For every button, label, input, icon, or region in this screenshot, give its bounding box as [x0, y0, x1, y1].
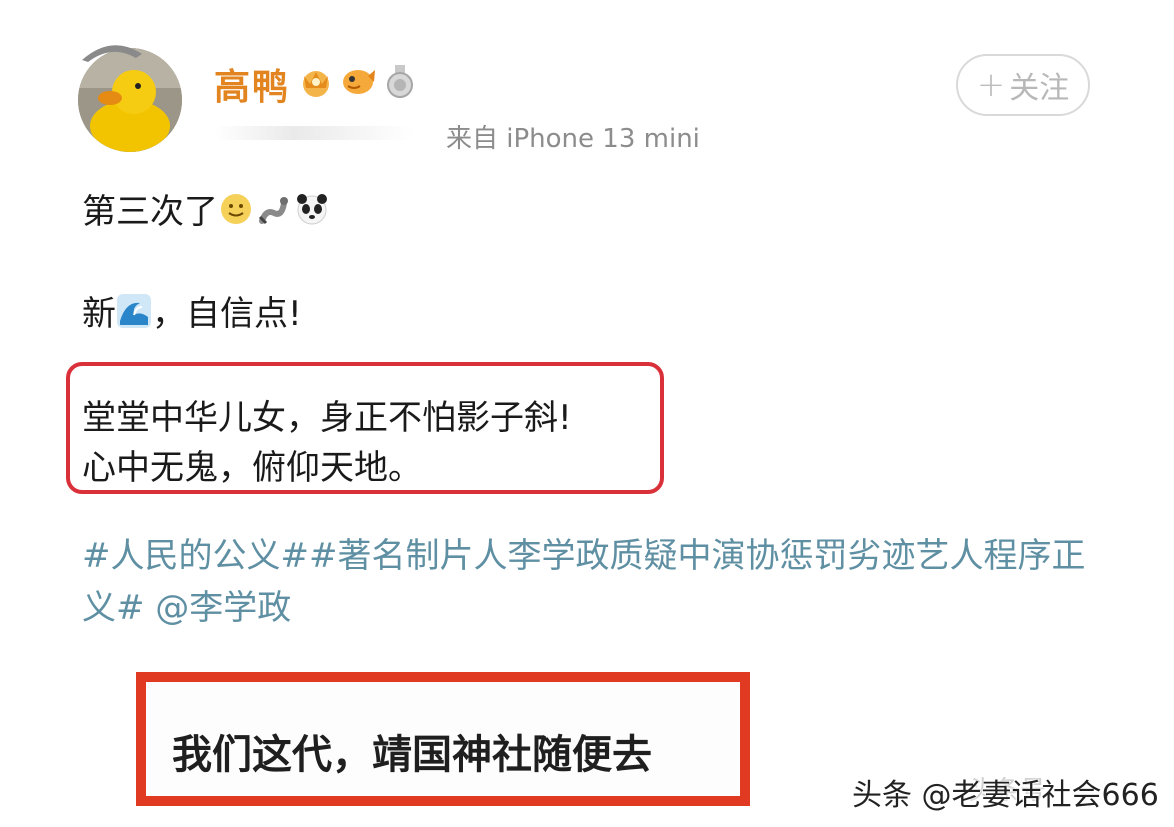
blur-strip: [214, 126, 414, 140]
panda-emoji-icon: [297, 193, 327, 224]
quote-line-2: 心中无鬼，俯仰天地。: [82, 448, 422, 488]
post-line-2: 新 ，自信点!: [82, 286, 302, 335]
silver-medal-icon: [387, 65, 413, 98]
highlighted-comment-text: 我们这代，靖国神社随便去: [172, 732, 652, 778]
snake-emoji-icon: [258, 196, 288, 224]
hashtag-mention-text[interactable]: #人民的公义##著名制片人李学政质疑中演协惩罚劣迹艺人程序正义# @李学政: [82, 530, 1092, 634]
quote-line-1: 堂堂中华儿女，身正不怕影子斜!: [82, 398, 572, 438]
wave-emoji-icon: [117, 293, 151, 328]
watermark: 头条 @老妻话社会666: [852, 778, 1159, 813]
avatar[interactable]: [78, 48, 182, 152]
follow-label: 关注: [1009, 71, 1070, 106]
post-line-2-prefix: 新: [82, 294, 116, 334]
crown-badge-icon: [303, 71, 329, 97]
post-source: 来自 iPhone 13 mini: [446, 124, 700, 154]
blurred-timestamp: [214, 118, 414, 146]
plus-icon: +: [976, 65, 1006, 105]
post-line-1-text: 第三次了: [82, 192, 218, 232]
post-line-1: 第三次了: [82, 184, 330, 233]
username[interactable]: 高鸭: [214, 58, 290, 110]
umbrella-decoration-icon: [82, 45, 142, 62]
follow-button[interactable]: + 关注: [956, 54, 1090, 116]
post-line-2-suffix: ，自信点!: [152, 294, 302, 334]
rubber-duck-avatar-icon: [78, 48, 182, 152]
user-badges: [298, 64, 418, 98]
smile-emoji-icon: [221, 193, 251, 224]
fish-badge-icon: [343, 70, 375, 94]
